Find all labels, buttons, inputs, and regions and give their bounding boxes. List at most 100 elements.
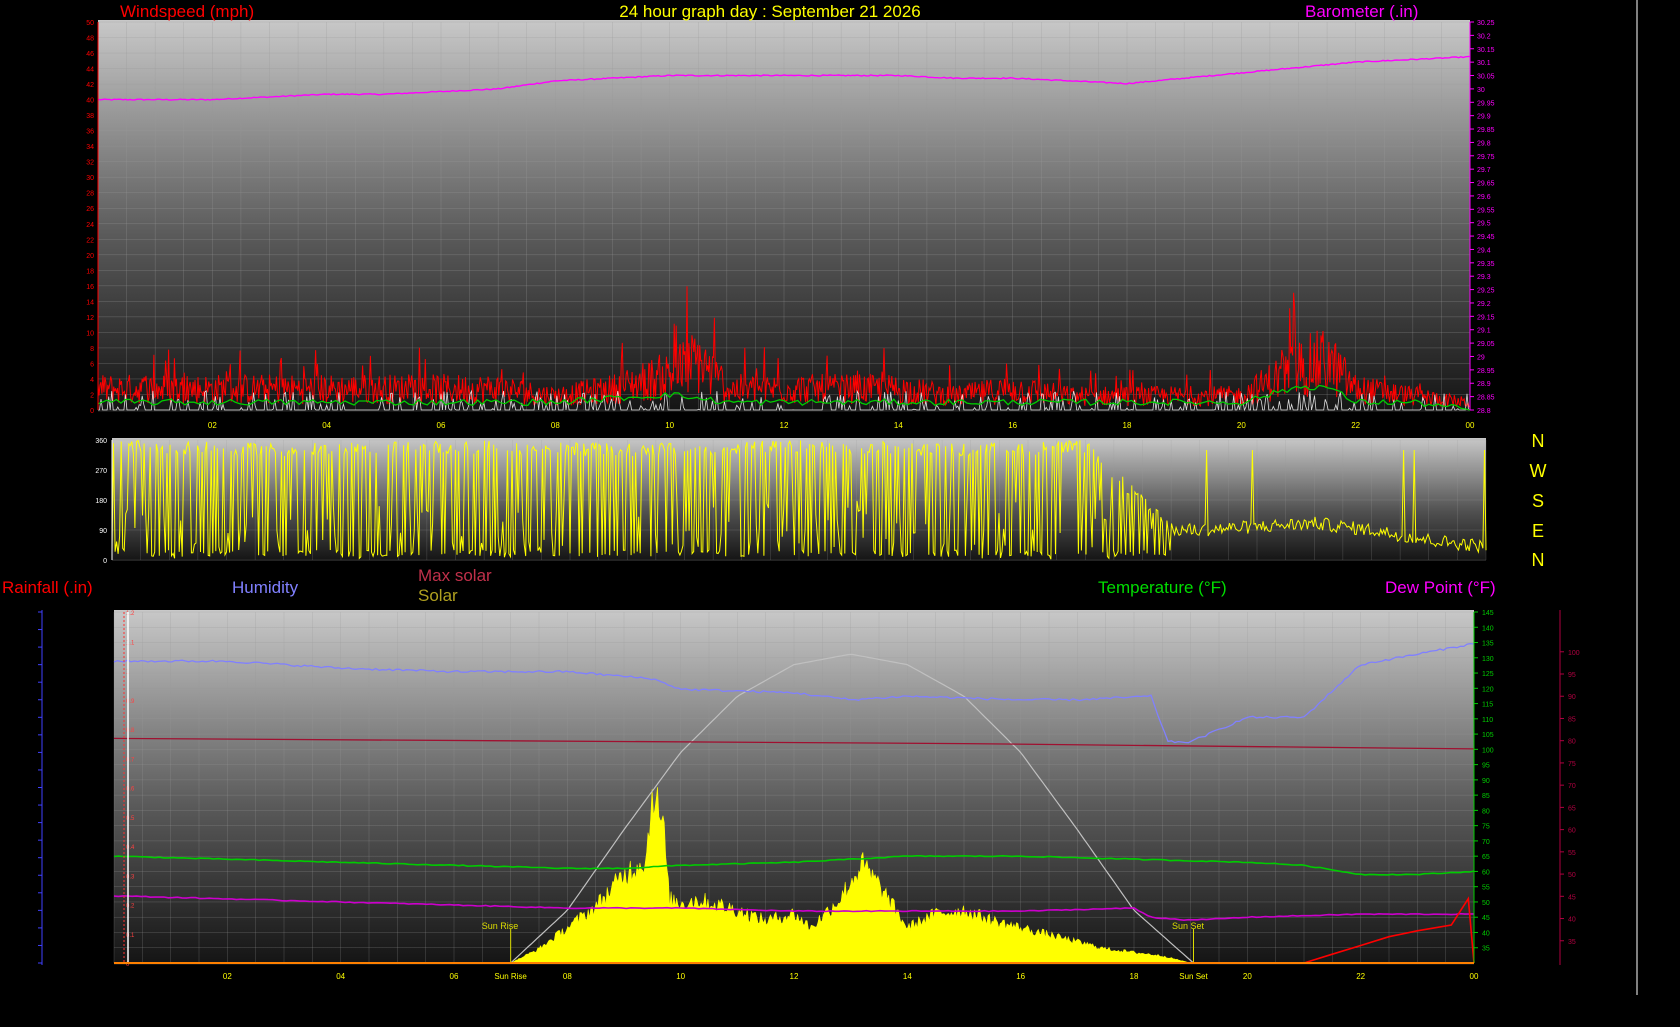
temperature-x-tick-label: 14 (903, 972, 912, 981)
windspeed-tick-label: 42 (86, 82, 94, 89)
windspeed-tick-label: 10 (86, 330, 94, 337)
wind-x-tick-label: 18 (1123, 421, 1132, 430)
temperature-x-tick-label: 12 (790, 972, 799, 981)
windspeed-tick-label: 40 (86, 98, 94, 105)
temperature-tick-label: 100 (1482, 747, 1494, 754)
windspeed-tick-label: 16 (86, 284, 94, 291)
barometer-tick-label: 28.8 (1477, 408, 1491, 415)
dew-point-tick-label: 45 (1568, 894, 1576, 901)
temperature-x-tick-label: 22 (1356, 972, 1365, 981)
barometer-tick-label: 29.25 (1477, 288, 1495, 295)
barometer-tick-label: 28.95 (1477, 368, 1495, 375)
windspeed-tick-label: 20 (86, 253, 94, 260)
temperature-x-tick-label: 06 (450, 972, 459, 981)
barometer-tick-label: 29.4 (1477, 247, 1491, 254)
barometer-axis-label: Barometer (.in) (1305, 2, 1418, 21)
windspeed-tick-label: 12 (86, 315, 94, 322)
barometer-tick-label: 30.15 (1477, 47, 1495, 54)
temperature-x-tick-label: 08 (563, 972, 572, 981)
dew-point-tick-label: 65 (1568, 805, 1576, 812)
temperature-x-tick-label: 00 (1470, 972, 1479, 981)
barometer-tick-label: 29.8 (1477, 140, 1491, 147)
windspeed-tick-label: 4 (90, 377, 94, 384)
dew-point-axis-label: Dew Point (°F) (1385, 578, 1496, 597)
wind-x-tick-label: 00 (1466, 421, 1475, 430)
barometer-tick-label: 28.9 (1477, 381, 1491, 388)
barometer-tick-label: 29.7 (1477, 167, 1491, 174)
barometer-tick-label: 29.05 (1477, 341, 1495, 348)
wind-x-tick-label: 22 (1351, 421, 1360, 430)
compass-label-n-bottom: N (1532, 550, 1545, 570)
dew-point-tick-label: 95 (1568, 672, 1576, 679)
windspeed-tick-label: 38 (86, 113, 94, 120)
temperature-tick-label: 75 (1482, 824, 1490, 831)
windspeed-tick-label: 22 (86, 237, 94, 244)
temperature-tick-label: 95 (1482, 763, 1490, 770)
barometer-tick-label: 29.45 (1477, 234, 1495, 241)
wind-x-tick-label: 08 (551, 421, 560, 430)
barometer-tick-label: 30 (1477, 87, 1485, 94)
windspeed-tick-label: 50 (86, 20, 94, 27)
wind-x-tick-label: 20 (1237, 421, 1246, 430)
compass-label-w: W (1530, 461, 1547, 481)
wind-x-tick-label: 14 (894, 421, 903, 430)
dew-point-tick-label: 70 (1568, 783, 1576, 790)
temperature-tick-label: 80 (1482, 808, 1490, 815)
barometer-tick-label: 29.5 (1477, 221, 1491, 228)
temperature-tick-label: 140 (1482, 625, 1494, 632)
barometer-tick-label: 29.95 (1477, 100, 1495, 107)
temperature-x-tick-label: Sun Rise (494, 972, 527, 981)
windspeed-tick-label: 48 (86, 36, 94, 43)
windspeed-tick-label: 24 (86, 222, 94, 229)
dew-point-tick-label: 55 (1568, 850, 1576, 857)
direction-tick-label: 0 (103, 558, 107, 565)
windspeed-tick-label: 34 (86, 144, 94, 151)
temperature-x-tick-label: Sun Set (1179, 972, 1208, 981)
barometer-tick-label: 28.85 (1477, 395, 1495, 402)
dew-point-tick-label: 85 (1568, 716, 1576, 723)
windspeed-tick-label: 36 (86, 129, 94, 136)
windspeed-tick-label: 26 (86, 206, 94, 213)
windspeed-tick-label: 32 (86, 160, 94, 167)
barometer-tick-label: 29.3 (1477, 274, 1491, 281)
wind-x-tick-label: 04 (322, 421, 331, 430)
temperature-tick-label: 90 (1482, 778, 1490, 785)
barometer-tick-label: 30.25 (1477, 20, 1495, 27)
solar-axis-label: Solar (418, 586, 458, 605)
temperature-tick-label: 105 (1482, 732, 1494, 739)
temperature-tick-label: 65 (1482, 854, 1490, 861)
direction-tick-label: 270 (95, 468, 107, 475)
direction-tick-label: 360 (95, 438, 107, 445)
barometer-tick-label: 29.85 (1477, 127, 1495, 134)
compass-label-n-top: N (1532, 431, 1545, 451)
temperature-x-tick-label: 04 (336, 972, 345, 981)
compass-label-e: E (1532, 521, 1544, 541)
windspeed-tick-label: 46 (86, 51, 94, 58)
weather-24h-graph: 0246810121416182022242628303234363840424… (2, 0, 1638, 995)
temperature-tick-label: 60 (1482, 869, 1490, 876)
temperature-tick-label: 120 (1482, 686, 1494, 693)
temperature-x-tick-label: 02 (223, 972, 232, 981)
sun-set-marker-label: Sun Set (1172, 921, 1205, 931)
dew-point-tick-label: 75 (1568, 761, 1576, 768)
temperature-tick-label: 115 (1482, 702, 1493, 709)
dew-point-tick-label: 100 (1568, 650, 1580, 657)
dew-point-tick-label: 60 (1568, 828, 1576, 835)
humidity-axis-label: Humidity (232, 578, 299, 597)
chart-title: 24 hour graph day : September 21 2026 (619, 2, 921, 21)
temperature-tick-label: 70 (1482, 839, 1490, 846)
barometer-tick-label: 30.2 (1477, 33, 1491, 40)
windspeed-tick-label: 6 (90, 361, 94, 368)
windspeed-tick-label: 2 (90, 392, 94, 399)
wind-x-tick-label: 16 (1008, 421, 1017, 430)
temperature-tick-label: 55 (1482, 885, 1490, 892)
temperature-tick-label: 125 (1482, 671, 1494, 678)
temperature-tick-label: 110 (1482, 717, 1493, 724)
wind-x-tick-label: 06 (437, 421, 446, 430)
barometer-tick-label: 29.6 (1477, 194, 1491, 201)
compass-label-s: S (1532, 491, 1544, 511)
barometer-tick-label: 29 (1477, 354, 1485, 361)
windspeed-tick-label: 30 (86, 175, 94, 182)
barometer-tick-label: 30.1 (1477, 60, 1491, 67)
temperature-tick-label: 35 (1482, 946, 1490, 953)
